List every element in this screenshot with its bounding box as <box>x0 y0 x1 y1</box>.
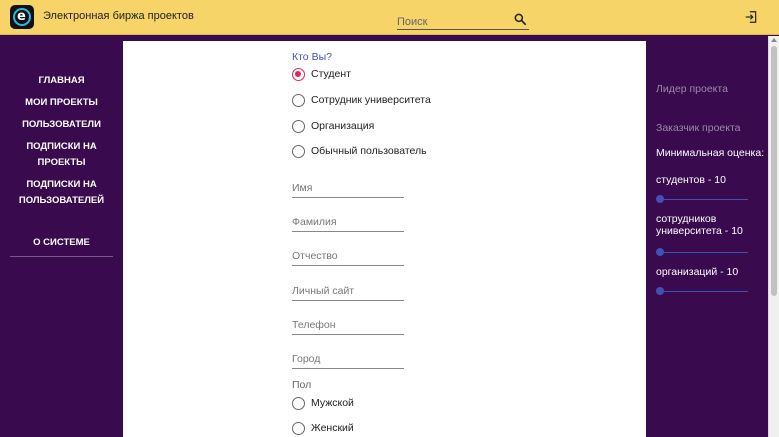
patronymic-field[interactable] <box>292 246 404 266</box>
slider-thumb[interactable] <box>656 195 664 203</box>
sidebar-item-users[interactable]: ПОЛЬЗОВАТЕЛИ <box>0 117 123 133</box>
project-leader-field[interactable]: Лидер проекта <box>656 83 768 95</box>
registration-form: Кто Вы? Студент Сотрудник университета О… <box>123 41 646 437</box>
radio-label: Сотрудник университета <box>311 94 431 106</box>
sidebar-item-about[interactable]: О СИСТЕМЕ <box>0 235 123 251</box>
students-rating-slider[interactable] <box>656 195 748 203</box>
logo-icon: e <box>13 8 31 26</box>
app-logo[interactable]: e <box>10 5 34 29</box>
slider-track <box>656 291 748 292</box>
role-option-student[interactable]: Студент <box>292 66 351 82</box>
radio-icon[interactable] <box>292 421 305 435</box>
first-name-field[interactable] <box>292 178 404 198</box>
sex-option-female[interactable]: Женский <box>292 420 354 436</box>
sidebar-divider <box>10 256 113 257</box>
sidebar-item-my-projects[interactable]: МОИ ПРОЕКТЫ <box>0 95 123 111</box>
scroll-up-icon[interactable] <box>771 38 777 42</box>
staff-rating-slider[interactable] <box>656 248 748 256</box>
radio-icon[interactable] <box>292 144 305 158</box>
slider-thumb[interactable] <box>656 287 664 295</box>
radio-label: Обычный пользователь <box>311 145 427 157</box>
sex-option-male[interactable]: Мужской <box>292 395 354 411</box>
sex-label: Пол <box>292 379 312 391</box>
sidebar-nav: ГЛАВНАЯ МОИ ПРОЕКТЫ ПОЛЬЗОВАТЕЛИ ПОДПИСК… <box>0 36 123 437</box>
radio-checked-icon[interactable] <box>292 67 305 81</box>
slider-label-organizations: организаций - 10 <box>656 266 739 278</box>
slider-track <box>656 252 748 253</box>
first-name-input[interactable] <box>292 179 402 197</box>
slider-track <box>656 199 748 200</box>
sidebar-item-project-subscriptions[interactable]: ПОДПИСКИ НА ПРОЕКТЫ <box>0 139 123 171</box>
radio-icon[interactable] <box>292 93 305 107</box>
last-name-field[interactable] <box>292 212 404 232</box>
patronymic-input[interactable] <box>292 247 402 265</box>
phone-input[interactable] <box>292 316 402 334</box>
website-field[interactable] <box>292 281 404 301</box>
app-title: Электронная биржа проектов <box>43 10 194 22</box>
last-name-input[interactable] <box>292 213 402 231</box>
slider-label-students: студентов - 10 <box>656 174 726 186</box>
radio-icon[interactable] <box>292 396 305 410</box>
sidebar-item-home[interactable]: ГЛАВНАЯ <box>0 73 123 89</box>
city-input[interactable] <box>292 350 402 368</box>
search-icon[interactable] <box>513 12 527 26</box>
radio-label: Женский <box>311 422 354 434</box>
project-customer-field[interactable]: Заказчик проекта <box>656 122 768 134</box>
radio-icon[interactable] <box>292 119 305 133</box>
filter-panel: Лидер проекта Заказчик проекта Минимальн… <box>646 36 779 437</box>
radio-label: Студент <box>311 68 351 80</box>
radio-label: Мужской <box>311 397 354 409</box>
scroll-thumb[interactable] <box>771 46 777 296</box>
role-option-university-staff[interactable]: Сотрудник университета <box>292 92 431 108</box>
search-box[interactable] <box>397 12 529 30</box>
role-question-label: Кто Вы? <box>292 51 332 63</box>
organizations-rating-slider[interactable] <box>656 287 748 295</box>
search-input[interactable] <box>397 14 507 30</box>
slider-thumb[interactable] <box>656 248 664 256</box>
role-option-organization[interactable]: Организация <box>292 118 374 134</box>
radio-label: Организация <box>311 120 375 132</box>
sidebar-item-user-subscriptions[interactable]: ПОДПИСКИ НА ПОЛЬЗОВАТЕЛЕЙ <box>0 177 123 209</box>
phone-field[interactable] <box>292 315 404 335</box>
slider-label-staff: сотрудников университета - 10 <box>656 213 743 237</box>
logout-icon[interactable] <box>744 10 758 24</box>
page-scrollbar[interactable] <box>768 36 779 437</box>
city-field[interactable] <box>292 349 404 369</box>
min-rating-label: Минимальная оценка: <box>656 147 765 159</box>
app-header: e Электронная биржа проектов <box>0 0 779 35</box>
website-input[interactable] <box>292 282 402 300</box>
role-option-regular-user[interactable]: Обычный пользователь <box>292 143 427 159</box>
